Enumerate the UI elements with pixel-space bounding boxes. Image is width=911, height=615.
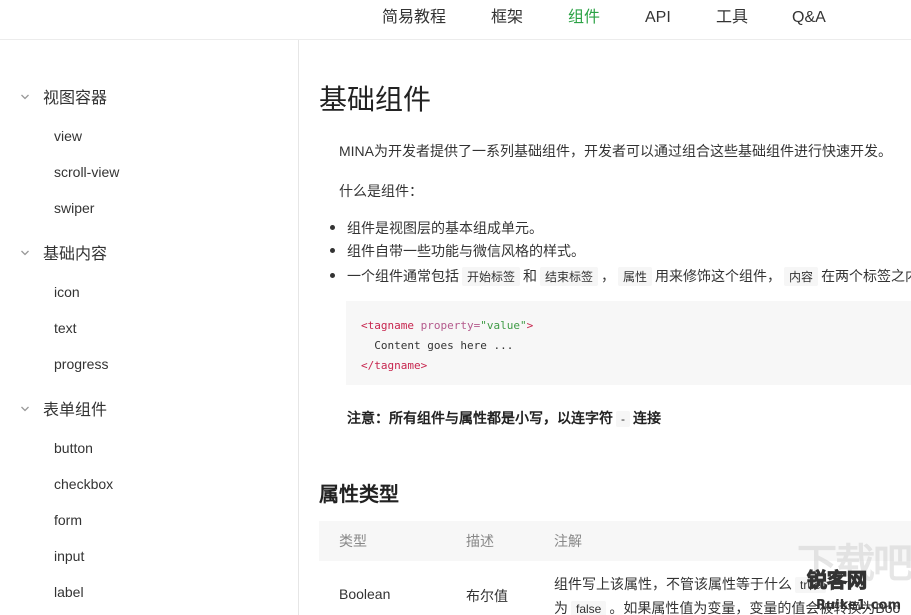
inline-code-close-tag: 结束标签: [540, 267, 599, 286]
note-text: 注意：所有组件与属性都是小写，以连字符 - 连接: [347, 408, 661, 428]
chevron-down-icon: [21, 406, 29, 412]
list-item: 组件自带一些功能与微信风格的样式。: [330, 241, 585, 261]
chevron-down-icon: [21, 250, 29, 256]
list-item-text: 一个组件通常包括: [347, 268, 459, 284]
sidebar-group-view-containers[interactable]: 视图容器: [20, 86, 107, 112]
bullet-dot: [330, 272, 335, 278]
list-item-text: 和: [523, 268, 538, 284]
sidebar-group-form-components[interactable]: 表单组件: [20, 398, 107, 424]
code-open-tag-end: >: [526, 319, 534, 332]
nav-item-api[interactable]: API: [645, 0, 671, 36]
code-close-tag: </tagname>: [361, 359, 428, 372]
code-attribute-value: "value": [480, 319, 527, 332]
inline-code-open-tag: 开始标签: [462, 267, 521, 286]
sidebar-group-label: 视图容器: [43, 90, 108, 107]
inline-code-false: false: [571, 601, 607, 615]
nav-item-framework[interactable]: 框架: [491, 0, 523, 36]
note-text: ，: [828, 576, 843, 592]
table-header-type: 类型: [339, 533, 367, 549]
code-body: Content goes here ...: [361, 339, 514, 352]
table-cell-description: 布尔值: [466, 588, 508, 604]
note-label: 注意：所有组件与属性都是小写，以连字符: [347, 410, 613, 426]
list-item-text: 用来修饰这个组件，: [655, 268, 782, 284]
inline-code-attribute: 属性: [618, 267, 653, 286]
intro-paragraph: MINA为开发者提供了一系列基础组件，开发者可以通过组合这些基础组件进行快速开发…: [339, 143, 892, 159]
top-navigation: 简易教程 框架 组件 API 工具 Q&A: [0, 0, 911, 40]
list-item-text: 在两个标签之内: [821, 268, 911, 284]
list-item: 组件是视图层的基本组成单元。: [330, 218, 543, 238]
sidebar-item-text[interactable]: text: [54, 317, 77, 339]
note-text: 。如果属性值为变量，变量的值会被转换为Boo: [609, 600, 901, 615]
table-cell-note-line: 组件写上该属性，不管该属性等于什么 true，: [554, 574, 843, 594]
main-content: 基础组件 MINA为开发者提供了一系列基础组件，开发者可以通过组合这些基础组件进…: [300, 40, 911, 615]
bullet-dot: [330, 247, 335, 253]
table-header: 类型 描述 注解: [319, 521, 911, 561]
list-item: 一个组件通常包括 开始标签和结束标签，属性 用来修饰这个组件， 内容 在两个标签之内: [330, 266, 911, 286]
nav-item-qa[interactable]: Q&A: [792, 0, 826, 36]
sidebar-item-view[interactable]: view: [54, 125, 82, 147]
code-open-tag: <tagname: [361, 319, 414, 332]
table-header-notes: 注解: [554, 533, 582, 549]
sidebar-item-button[interactable]: button: [54, 437, 93, 459]
table-cell-note-line: 为 false 。如果属性值为变量，变量的值会被转换为Boo: [554, 598, 900, 615]
list-item-text: 组件自带一些功能与微信风格的样式。: [347, 243, 585, 259]
inline-code-hyphen: -: [616, 411, 630, 427]
sidebar: 视图容器 view scroll-view swiper 基础内容 icon t…: [0, 40, 299, 615]
note-text: 组件写上该属性，不管该属性等于什么: [554, 576, 792, 592]
sidebar-item-checkbox[interactable]: checkbox: [54, 473, 113, 495]
code-block: <tagname property="value"> Content goes …: [346, 301, 911, 385]
code-attribute-name: property=: [420, 319, 481, 332]
inline-code-true: true: [795, 577, 826, 593]
section-title-attribute-types: 属性类型: [319, 484, 399, 506]
table-header-description: 描述: [466, 533, 494, 549]
sidebar-group-label: 表单组件: [43, 402, 108, 419]
inline-code-content: 内容: [784, 267, 819, 286]
note-suffix: 连接: [633, 410, 661, 426]
bullet-dot: [330, 224, 335, 230]
note-text: 为: [554, 600, 568, 615]
sidebar-item-scroll-view[interactable]: scroll-view: [54, 161, 119, 183]
sidebar-item-label[interactable]: label: [54, 581, 84, 603]
nav-item-components[interactable]: 组件: [568, 0, 600, 36]
chevron-down-icon: [21, 94, 29, 100]
list-item-text: ，: [601, 268, 616, 284]
what-is-component-paragraph: 什么是组件：: [339, 183, 423, 199]
table-cell-type: Boolean: [339, 586, 391, 602]
sidebar-group-basic-content[interactable]: 基础内容: [20, 242, 107, 268]
sidebar-item-input[interactable]: input: [54, 545, 84, 567]
sidebar-item-progress[interactable]: progress: [54, 353, 108, 375]
sidebar-item-form[interactable]: form: [54, 509, 82, 531]
nav-item-tools[interactable]: 工具: [716, 0, 748, 36]
sidebar-item-icon[interactable]: icon: [54, 281, 80, 303]
page-title: 基础组件: [319, 84, 432, 115]
nav-item-tutorial[interactable]: 简易教程: [382, 0, 446, 36]
list-item-text: 组件是视图层的基本组成单元。: [347, 220, 543, 236]
sidebar-item-swiper[interactable]: swiper: [54, 197, 94, 219]
sidebar-group-label: 基础内容: [43, 246, 108, 263]
